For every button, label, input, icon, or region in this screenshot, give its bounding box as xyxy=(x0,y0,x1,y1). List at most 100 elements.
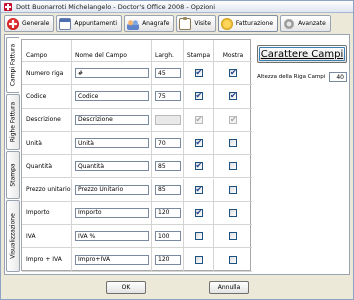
table-row: Impro + IVA Impro+IVA 120 xyxy=(22,248,252,272)
tab-anagrafe[interactable]: Anagrafe xyxy=(124,15,175,32)
show-cell xyxy=(214,202,252,224)
show-cell xyxy=(214,225,252,247)
field-label-input[interactable]: Descrizione xyxy=(75,114,149,125)
field-width-input[interactable]: 120 xyxy=(155,207,181,218)
row-height-label: Altezza della Riga Campi xyxy=(257,74,326,80)
field-label-input[interactable]: # xyxy=(75,68,149,79)
side-tab-label: Stampa xyxy=(9,163,17,187)
field-width-input[interactable]: 85 xyxy=(155,161,181,172)
field-width-input[interactable]: 75 xyxy=(155,91,181,102)
options-window: Dott Buonarroti Michelangelo - Doctor's … xyxy=(0,0,354,300)
tab-visite[interactable]: Visite xyxy=(176,15,216,32)
show-checkbox[interactable] xyxy=(229,91,237,101)
show-checkbox xyxy=(229,115,237,124)
top-tab-bar: Generale Appuntamenti Anagrafe Visite Fa… xyxy=(4,15,331,33)
field-width-cell: 85 xyxy=(152,155,184,178)
side-tab-campi-fattura[interactable]: Campi Fattura xyxy=(6,37,20,93)
show-cell xyxy=(214,155,252,177)
show-checkbox[interactable] xyxy=(229,185,237,194)
field-label-input[interactable]: IVA % xyxy=(75,231,149,242)
tab-label: Appuntamenti xyxy=(74,20,118,27)
field-width-cell: 120 xyxy=(152,201,184,225)
carattere-campi-button[interactable]: Carattere Campi xyxy=(257,45,347,63)
print-checkbox[interactable] xyxy=(194,185,203,194)
print-cell xyxy=(184,178,214,201)
header-mostra: Mostra xyxy=(222,52,244,59)
field-label-cell: Quantità xyxy=(72,155,152,178)
clipboard-icon xyxy=(179,16,192,30)
field-label-input[interactable]: Codice xyxy=(75,91,149,102)
show-checkbox[interactable] xyxy=(229,208,237,217)
field-label-input[interactable]: Unità xyxy=(75,138,149,149)
print-cell xyxy=(184,201,214,225)
header-stampa: Stampa xyxy=(184,40,214,61)
field-width-cell: 100 xyxy=(152,225,184,248)
side-tab-bar: Campi Fattura Righe Fattura Stampa Visua… xyxy=(6,37,20,272)
side-tab-label: Campi Fattura xyxy=(9,43,17,87)
row-height-input[interactable]: 40 xyxy=(329,72,347,82)
side-tab-label: Visualizzazione xyxy=(9,213,17,259)
show-cell xyxy=(214,179,252,201)
show-checkbox[interactable] xyxy=(229,162,237,171)
show-cell xyxy=(214,109,252,131)
header-largh: Largh. xyxy=(152,40,184,61)
field-label-cell: Importo xyxy=(72,201,152,225)
field-label-input[interactable]: Quantità xyxy=(75,161,149,172)
grid-header: Campo Nome del Campo Largh. Stampa Mostr… xyxy=(22,40,252,62)
show-checkbox[interactable] xyxy=(229,139,237,148)
field-width-cell: 120 xyxy=(152,248,184,271)
field-width-cell: 75 xyxy=(152,85,184,108)
side-tab-righe-fattura[interactable]: Righe Fattura xyxy=(6,94,20,150)
field-width-input[interactable]: 70 xyxy=(155,138,181,149)
print-checkbox[interactable] xyxy=(194,232,203,241)
side-tab-visualizzazione[interactable]: Visualizzazione xyxy=(6,200,20,272)
side-tab-stampa[interactable]: Stampa xyxy=(6,151,20,199)
tab-generale[interactable]: Generale xyxy=(4,15,55,32)
cancel-button[interactable]: Annulla xyxy=(209,281,249,294)
print-cell xyxy=(184,85,214,108)
header-campo: Campo xyxy=(22,40,72,61)
print-checkbox[interactable] xyxy=(194,138,203,148)
tab-label: Fatturazione xyxy=(235,20,274,27)
table-row: Quantità Quantità 85 xyxy=(22,155,252,179)
field-label-cell: Descrizione xyxy=(72,108,152,131)
field-label-input[interactable]: Importo xyxy=(75,207,149,218)
field-label-input[interactable]: Prezzo Unitario xyxy=(75,184,149,195)
field-label-cell: Prezzo Unitario xyxy=(72,178,152,201)
table-row: Unità Unità 70 xyxy=(22,131,252,156)
show-checkbox[interactable] xyxy=(229,255,237,264)
print-checkbox[interactable] xyxy=(194,208,203,217)
window-title: Dott Buonarroti Michelangelo - Doctor's … xyxy=(16,2,216,11)
tab-label: Anagrafe xyxy=(142,20,170,27)
tab-label: Generale xyxy=(22,20,50,27)
field-width-input[interactable]: 85 xyxy=(155,184,181,195)
ok-button[interactable]: OK xyxy=(106,281,146,294)
field-width-input xyxy=(155,114,181,125)
field-name-cell: Unità xyxy=(22,131,72,155)
people-icon xyxy=(127,17,140,30)
table-row: Importo Importo 120 xyxy=(22,201,252,226)
field-label-cell: # xyxy=(72,62,152,85)
print-checkbox[interactable] xyxy=(194,161,203,171)
tab-fatturazione[interactable]: Fatturazione xyxy=(217,15,279,32)
field-label-cell: Impro+IVA xyxy=(72,248,152,271)
show-checkbox[interactable] xyxy=(229,232,237,241)
tab-appuntamenti[interactable]: Appuntamenti xyxy=(56,15,123,32)
app-icon xyxy=(4,2,12,11)
print-checkbox[interactable] xyxy=(194,255,203,264)
field-label-input[interactable]: Impro+IVA xyxy=(75,254,149,265)
field-name-cell: Importo xyxy=(22,201,72,225)
show-checkbox[interactable] xyxy=(229,68,237,78)
print-cell xyxy=(184,131,214,155)
print-checkbox[interactable] xyxy=(194,68,203,78)
tab-avanzate[interactable]: Avanzate xyxy=(280,15,331,32)
show-cell xyxy=(214,85,252,107)
table-row: Codice Codice 75 xyxy=(22,85,252,109)
print-checkbox[interactable] xyxy=(194,91,203,101)
field-width-input[interactable]: 45 xyxy=(155,68,181,79)
field-width-input[interactable]: 100 xyxy=(155,231,181,242)
field-name-cell: Prezzo unitario xyxy=(22,178,72,201)
field-width-input[interactable]: 120 xyxy=(155,254,181,265)
field-label-cell: Unità xyxy=(72,131,152,155)
field-width-cell: 85 xyxy=(152,178,184,201)
